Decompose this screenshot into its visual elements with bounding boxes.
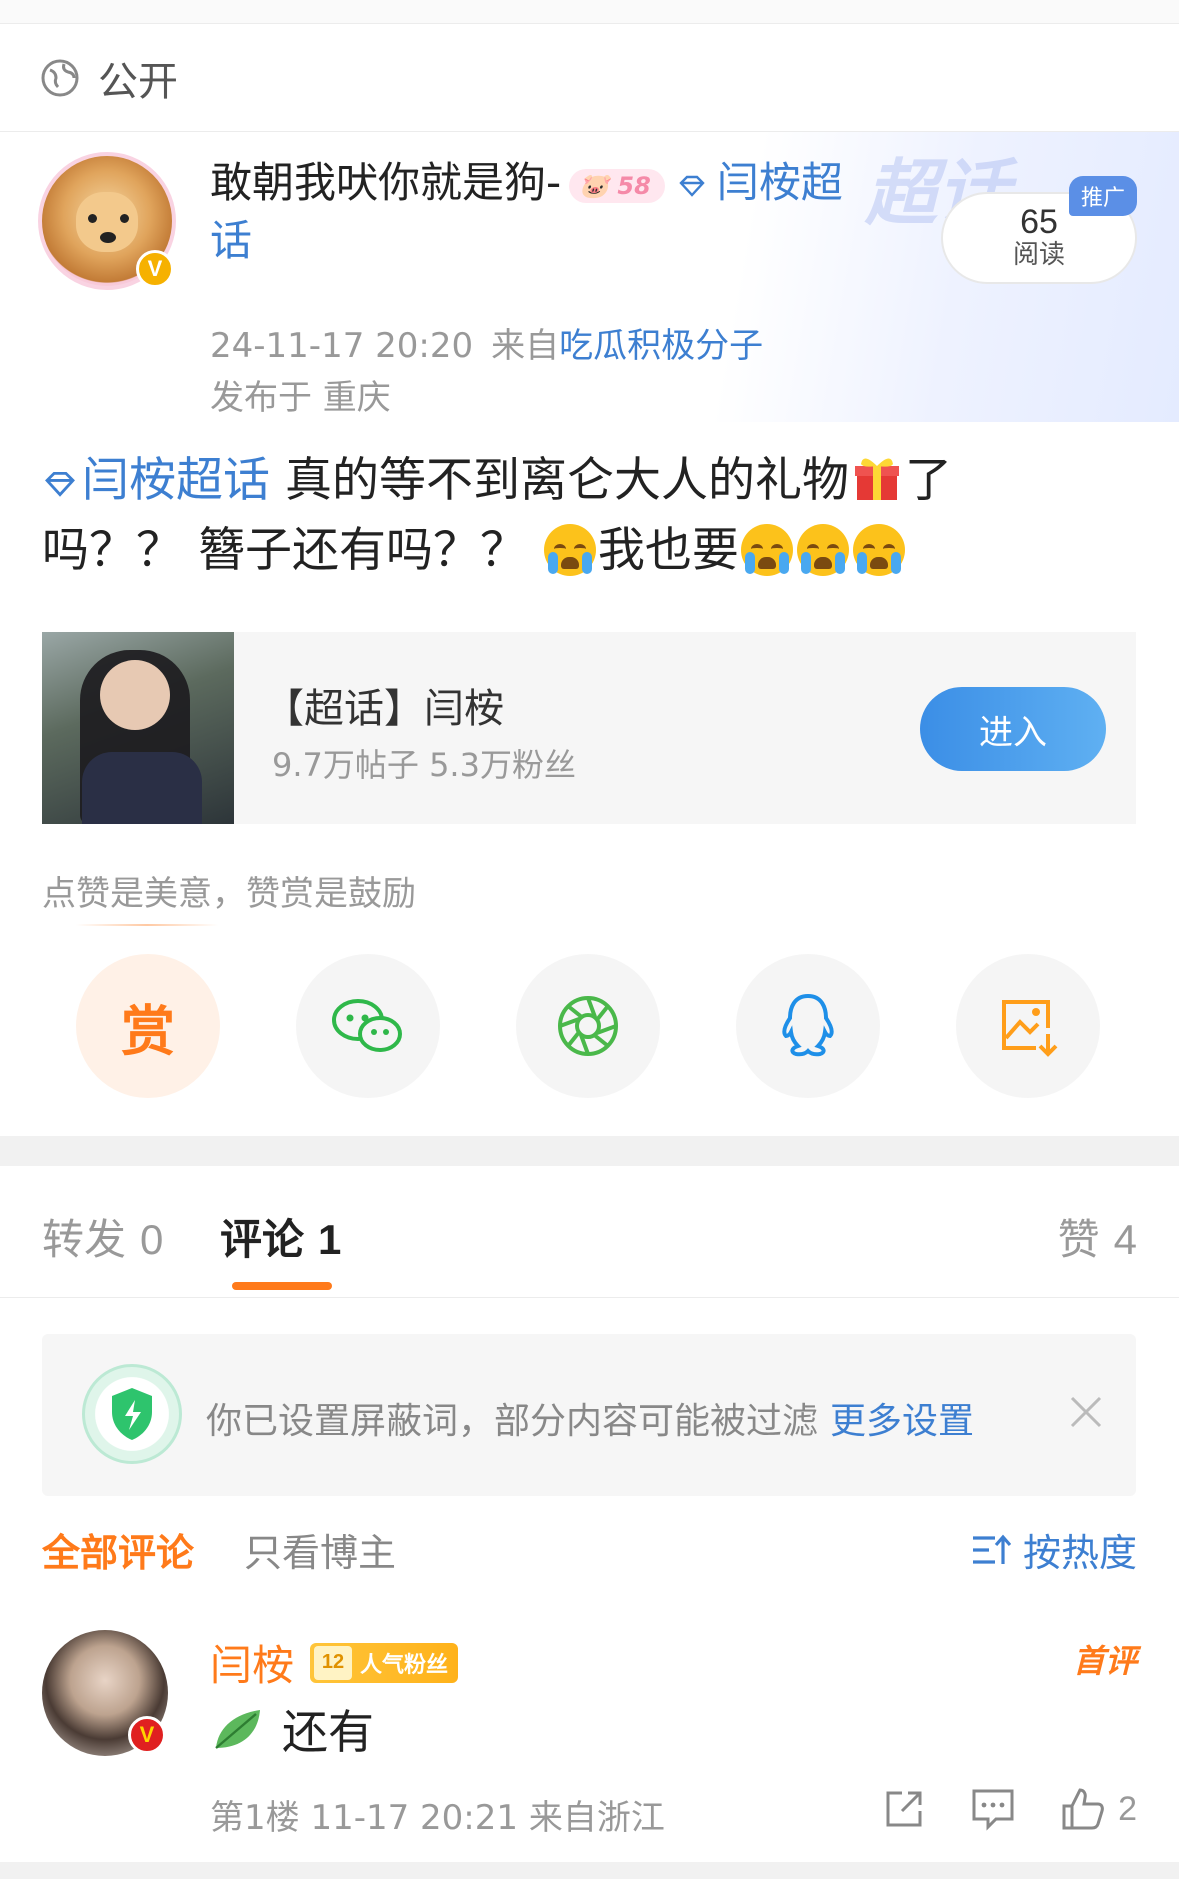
crying-emoji-icon: [740, 524, 793, 576]
fan-label: 人气粉丝: [360, 1652, 449, 1678]
commenter-name[interactable]: 闫桉: [210, 1632, 294, 1693]
source-label: 来自: [491, 326, 560, 366]
leaf-emoji-icon: [215, 1710, 260, 1749]
reward-button[interactable]: 赏: [76, 954, 220, 1098]
post-timestamp: 24-11-17 20:20: [210, 326, 474, 366]
author-line: 敢朝我吠你就是狗- 🐷 58 闫桉超 话: [210, 154, 950, 270]
reward-hint-divider: [76, 924, 218, 926]
supertopic-diamond-icon: [45, 471, 75, 497]
share-moments-button[interactable]: [516, 954, 660, 1098]
body-supertopic-link[interactable]: 闫桉超话: [82, 453, 270, 508]
body-text-1: 真的等不到离仑大人的礼物: [270, 453, 849, 508]
shield-icon: [82, 1364, 182, 1464]
comment-actions: 2: [838, 1786, 1137, 1832]
reply-comment-button[interactable]: [970, 1787, 1016, 1831]
supertopic-diamond-icon: [679, 175, 705, 197]
supertopic-card[interactable]: 【超话】闫桉 9.7万帖子 5.3万粉丝 进入: [42, 632, 1136, 824]
author-name[interactable]: 敢朝我吠你就是狗-: [210, 158, 561, 207]
author-supertopic-link-tail[interactable]: 话: [210, 216, 252, 265]
share-row: 赏: [0, 954, 1179, 1098]
comment-sort-row: 全部评论 只看博主 按热度: [0, 1522, 1179, 1578]
comment-like-count: 2: [1118, 1789, 1137, 1828]
post-location: 发布于 重庆: [210, 378, 391, 418]
wechat-icon: [332, 999, 402, 1052]
comment-text: 还有: [210, 1696, 374, 1762]
source-app-link[interactable]: 吃瓜积极分子: [559, 326, 763, 366]
gift-emoji-icon: [854, 458, 899, 500]
crying-emoji-icon: [543, 524, 596, 576]
body-text-1-tail: 了: [904, 453, 952, 508]
save-image-icon: [1002, 1000, 1058, 1057]
share-icon: [886, 1791, 922, 1827]
thumbs-up-icon: [1062, 1788, 1104, 1830]
visibility-row: 公开: [0, 24, 1179, 132]
enter-supertopic-button[interactable]: 进入: [920, 687, 1106, 771]
interaction-tabs: 转发 0 评论 1 赞4: [0, 1166, 1179, 1298]
supertopic-stats: 9.7万帖子 5.3万粉丝: [272, 746, 576, 784]
post-body: 闫桉超话 真的等不到离仑大人的礼物了 吗？？ 簪子还有吗？？ 我也要: [42, 446, 1142, 586]
tab-repost[interactable]: 转发 0: [42, 1206, 163, 1267]
fan-level: 12: [314, 1645, 353, 1680]
section-divider: [0, 1136, 1179, 1166]
share-qq-button[interactable]: [736, 954, 880, 1098]
qq-icon: [782, 993, 834, 1057]
filter-notice-text: 你已设置屏蔽词，部分内容可能被过滤 更多设置: [206, 1401, 975, 1442]
close-icon[interactable]: [1066, 1392, 1106, 1432]
verified-badge-icon: V: [136, 250, 174, 288]
tab-like[interactable]: 赞4: [1058, 1206, 1137, 1267]
filter-author-only[interactable]: 只看博主: [244, 1522, 396, 1577]
share-wechat-button[interactable]: [296, 954, 440, 1098]
like-comment-button[interactable]: 2: [1060, 1786, 1137, 1832]
body-text-2: 吗？？ 簪子还有吗？？: [42, 523, 542, 578]
top-strip: [0, 0, 1179, 24]
crying-emoji-icon: [852, 524, 905, 576]
crying-emoji-icon: [796, 524, 849, 576]
post-header: 超话 V 敢朝我吠你就是狗- 🐷 58 闫桉超 话 24-11-17 20:20 来自…: [0, 132, 1179, 422]
first-comment-badge: 首评: [1072, 1642, 1137, 1680]
body-text-3: 我也要: [597, 523, 739, 578]
moments-icon: [558, 996, 618, 1056]
bottom-strip: [0, 1862, 1179, 1879]
author-avatar[interactable]: V: [38, 152, 176, 290]
sort-by-hot-button[interactable]: 按热度: [971, 1522, 1137, 1577]
commenter-name-row: 闫桉 12 人气粉丝: [210, 1632, 459, 1693]
sort-icon: [972, 1534, 1011, 1564]
reward-hint: 点赞是美意，赞赏是鼓励: [42, 874, 416, 914]
author-supertopic-link[interactable]: 闫桉超: [717, 158, 843, 207]
active-tab-indicator: [232, 1282, 332, 1290]
fan-badge[interactable]: 12 人气粉丝: [310, 1642, 459, 1683]
save-image-button[interactable]: [956, 954, 1100, 1098]
read-label: 阅读: [1012, 240, 1065, 270]
filter-notice: 你已设置屏蔽词，部分内容可能被过滤 更多设置: [42, 1334, 1136, 1496]
supertopic-title: 【超话】闫桉: [264, 686, 504, 732]
globe-icon: [41, 59, 79, 96]
visibility-label: 公开: [98, 58, 178, 105]
post-meta: 24-11-17 20:20 来自吃瓜积极分子: [210, 318, 763, 367]
filter-all-comments[interactable]: 全部评论: [42, 1522, 194, 1577]
comment-icon: [972, 1789, 1014, 1831]
promote-badge[interactable]: 推广: [1068, 176, 1137, 216]
supertopic-cover-image: [42, 632, 234, 824]
comment-meta: 第1楼 11-17 20:21 来自浙江: [210, 1798, 665, 1838]
member-level-tag: 🐷 58: [569, 168, 665, 203]
more-settings-link[interactable]: 更多设置: [830, 1401, 974, 1442]
verified-badge-icon: V: [128, 1716, 166, 1754]
commenter-avatar[interactable]: V: [42, 1630, 168, 1756]
share-comment-button[interactable]: [882, 1787, 926, 1831]
tab-comment[interactable]: 评论 1: [220, 1206, 341, 1267]
